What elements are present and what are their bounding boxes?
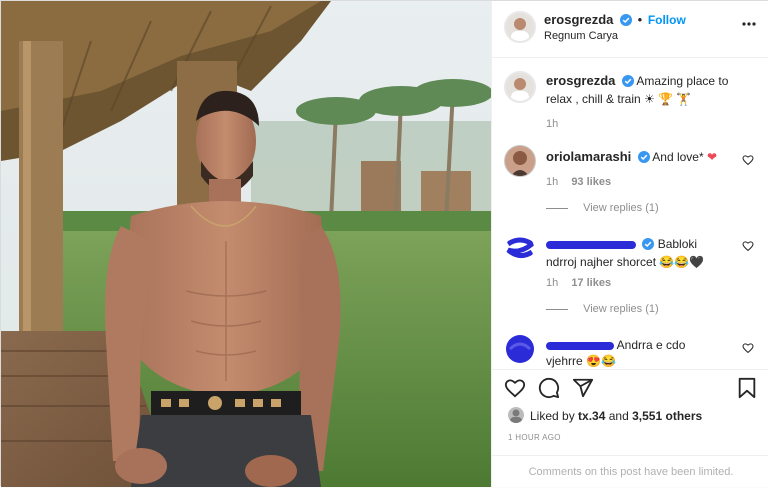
comment-author[interactable]: oriolamarashi xyxy=(546,149,631,164)
caption-author[interactable]: erosgrezda xyxy=(546,73,615,88)
comment-meta: 1h 17 likes xyxy=(546,277,611,289)
post-side-panel: erosgrezda • Follow Regnum Carya erosgre… xyxy=(491,1,768,487)
comment-text-line2: vjehrre xyxy=(546,354,583,368)
post-header: erosgrezda • Follow Regnum Carya xyxy=(492,1,768,58)
actions-divider xyxy=(492,369,768,370)
more-dots-icon[interactable] xyxy=(741,16,757,32)
instagram-post: erosgrezda • Follow Regnum Carya erosgre… xyxy=(0,0,768,487)
save-bookmark-icon[interactable] xyxy=(736,377,758,404)
comment-emoji: 😂😂🖤 xyxy=(659,255,705,269)
comment-2: Babloki ndrroj najher shorcet 😂😂🖤 xyxy=(546,236,736,270)
avatar-image xyxy=(505,146,535,176)
share-paper-plane-icon[interactable] xyxy=(572,377,594,404)
commenter-avatar[interactable] xyxy=(504,145,536,177)
separator-dot: • xyxy=(637,12,643,27)
author-line: erosgrezda • Follow xyxy=(544,12,686,29)
like-heart-icon[interactable] xyxy=(504,377,526,404)
follow-button[interactable]: Follow xyxy=(648,13,686,27)
comments-limited-notice: Comments on this post have been limited. xyxy=(492,455,768,488)
comment-bubble-icon[interactable] xyxy=(538,377,560,404)
author-avatar[interactable] xyxy=(504,11,536,43)
avatar-image xyxy=(511,18,529,41)
view-replies-label: View replies (1) xyxy=(583,303,659,315)
caption-author-avatar[interactable] xyxy=(504,71,536,103)
view-replies[interactable]: View replies (1) xyxy=(546,303,659,315)
view-replies[interactable]: View replies (1) xyxy=(546,202,659,214)
comment-text: And love* xyxy=(652,150,704,164)
commenter-avatar-scribbled[interactable] xyxy=(506,335,534,363)
comment-like-heart-icon[interactable] xyxy=(742,341,754,359)
likes-joiner: and xyxy=(608,409,629,423)
post-location[interactable]: Regnum Carya xyxy=(544,30,618,42)
redacted-username xyxy=(546,240,636,249)
comment-text-line1: Babloki xyxy=(657,237,698,251)
post-photo[interactable] xyxy=(1,1,491,487)
caption: erosgrezda Amazing place to relax , chil… xyxy=(546,73,756,107)
replies-line xyxy=(546,207,568,209)
author-username[interactable]: erosgrezda xyxy=(544,12,613,27)
redacted-username xyxy=(546,341,614,350)
comment-text-line1: Andrra e cdo xyxy=(616,338,686,352)
comment-1: oriolamarashi And love* ❤ xyxy=(546,149,736,167)
comment-time[interactable]: 1h xyxy=(546,277,558,289)
replies-line xyxy=(546,308,568,310)
post-photo-illustration xyxy=(1,1,491,487)
likes-line: Liked by tx.34 and 3,551 others xyxy=(530,409,702,423)
avatar-image xyxy=(511,78,529,101)
likes-count[interactable]: 3,551 others xyxy=(632,409,702,423)
post-timestamp[interactable]: 1 HOUR AGO xyxy=(508,433,561,442)
comment-like-heart-icon[interactable] xyxy=(742,153,754,171)
caption-emoji: ☀ 🏆 🏋 xyxy=(644,92,692,106)
verified-badge-icon xyxy=(637,151,650,167)
comment-likes[interactable]: 93 likes xyxy=(571,176,611,188)
verified-badge-icon xyxy=(642,238,655,254)
verified-badge-icon xyxy=(620,14,632,29)
comment-3: Andrra e cdo vjehrre 😍😂 xyxy=(546,337,736,369)
likes-prefix: Liked by xyxy=(530,409,575,423)
view-replies-label: View replies (1) xyxy=(583,202,659,214)
comment-time[interactable]: 1h xyxy=(546,176,558,188)
red-heart-emoji: ❤ xyxy=(707,150,718,164)
comment-emoji: 😍😂 xyxy=(586,354,616,368)
scribble-overlay xyxy=(507,336,533,362)
liker-username[interactable]: tx.34 xyxy=(578,409,605,423)
comment-meta: 1h 93 likes xyxy=(546,176,611,188)
comment-text-line2: ndrroj najher shorcet xyxy=(546,255,657,269)
caption-time[interactable]: 1h xyxy=(546,118,558,130)
commenter-avatar-scribbled[interactable] xyxy=(506,234,534,262)
comment-likes[interactable]: 17 likes xyxy=(571,277,611,289)
verified-badge-icon xyxy=(621,75,634,91)
comment-like-heart-icon[interactable] xyxy=(742,239,754,257)
scribble-overlay xyxy=(506,237,534,258)
avatar-image xyxy=(510,409,522,423)
liker-avatar[interactable] xyxy=(508,407,524,423)
